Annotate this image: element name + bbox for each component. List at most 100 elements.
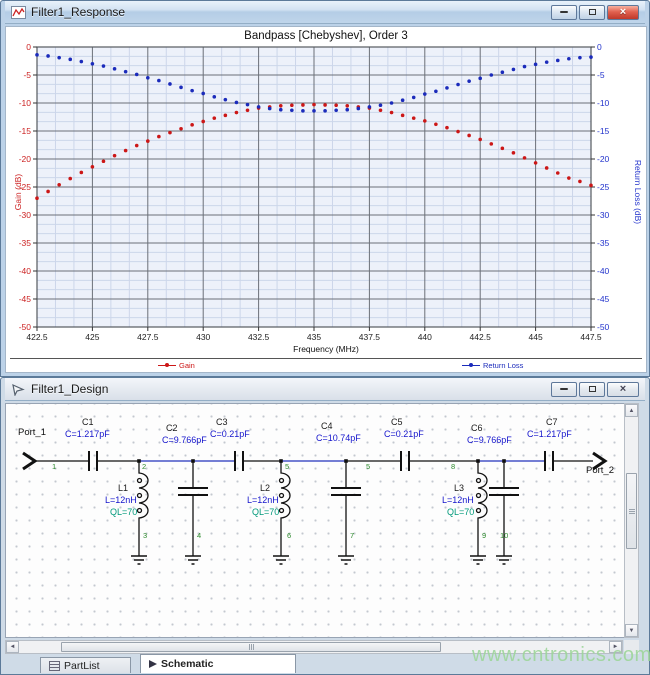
svg-text:442.5: 442.5 xyxy=(470,332,492,342)
component-label[interactable]: L1 xyxy=(118,484,128,493)
close-icon: × xyxy=(620,384,626,395)
svg-text:-50: -50 xyxy=(19,322,32,332)
component-label[interactable]: C=0.21pF xyxy=(384,430,424,439)
component-label[interactable]: C=1.217pF xyxy=(65,430,110,439)
svg-text:-10: -10 xyxy=(597,98,610,108)
node-label: 7 xyxy=(350,532,354,540)
vertical-scrollbar[interactable]: ▲ ▼ xyxy=(624,403,639,638)
node-label: 1 xyxy=(52,463,56,471)
svg-text:427.5: 427.5 xyxy=(137,332,159,342)
shunt-capacitor-plates xyxy=(178,488,519,495)
svg-text:-35: -35 xyxy=(597,238,610,248)
tab-partlist[interactable]: PartList xyxy=(40,657,131,673)
port1-arrow-icon xyxy=(23,453,35,469)
svg-text:430: 430 xyxy=(196,332,210,342)
node-label: 6 xyxy=(287,532,291,540)
gain-legend-marker xyxy=(158,364,176,367)
tab-bar: PartList Schematic xyxy=(5,654,641,673)
node-label: 8 xyxy=(451,463,455,471)
component-label[interactable]: C5 xyxy=(391,418,403,427)
component-label[interactable]: C=10.74pF xyxy=(316,434,361,443)
restore-button[interactable] xyxy=(579,5,605,20)
legend-item-gain: Gain xyxy=(158,361,195,370)
svg-text:-35: -35 xyxy=(19,238,32,248)
restore-button[interactable] xyxy=(579,382,605,397)
node-label: 5 xyxy=(285,463,289,471)
component-label[interactable]: L3 xyxy=(454,484,464,493)
component-label[interactable]: C2 xyxy=(166,424,178,433)
svg-text:-15: -15 xyxy=(597,126,610,136)
scroll-left-button[interactable]: ◄ xyxy=(6,641,19,653)
svg-text:-15: -15 xyxy=(19,126,32,136)
svg-text:-50: -50 xyxy=(597,322,610,332)
component-label[interactable]: L=12nH xyxy=(247,496,279,505)
design-window: Filter1_Design × xyxy=(0,377,650,675)
svg-text:422.5: 422.5 xyxy=(26,332,48,342)
component-label[interactable]: C7 xyxy=(546,418,558,427)
minimize-button[interactable] xyxy=(551,382,577,397)
chart-legend: Gain Return Loss xyxy=(10,358,642,372)
legend-label-return-loss: Return Loss xyxy=(483,361,523,370)
restore-icon xyxy=(589,386,596,392)
design-titlebar[interactable]: Filter1_Design × xyxy=(5,378,645,401)
partlist-icon xyxy=(49,661,60,671)
thumb-grip-icon xyxy=(629,509,635,514)
node-label: 3 xyxy=(143,532,147,540)
response-titlebar[interactable]: Filter1_Response × xyxy=(5,1,645,24)
svg-text:445: 445 xyxy=(529,332,543,342)
component-label[interactable]: C3 xyxy=(216,418,228,427)
svg-text:437.5: 437.5 xyxy=(359,332,381,342)
component-label[interactable]: C=0.21pF xyxy=(210,430,250,439)
component-label[interactable]: L=12nH xyxy=(442,496,474,505)
component-label[interactable]: L2 xyxy=(260,484,270,493)
component-label[interactable]: C=9.766pF xyxy=(467,436,512,445)
scroll-right-button[interactable]: ► xyxy=(609,641,622,653)
scroll-down-button[interactable]: ▼ xyxy=(625,624,638,637)
node-label: 9 xyxy=(482,532,486,540)
svg-text:-25: -25 xyxy=(597,182,610,192)
component-label[interactable]: QL=70 xyxy=(447,508,474,517)
close-button[interactable]: × xyxy=(607,5,639,20)
minimize-icon xyxy=(560,388,568,390)
component-label[interactable]: C=1.217pF xyxy=(527,430,572,439)
minimize-button[interactable] xyxy=(551,5,577,20)
legend-item-return-loss: Return Loss xyxy=(462,361,523,370)
horizontal-scrollbar[interactable]: ◄ ► xyxy=(5,640,623,654)
node-label: 4 xyxy=(197,532,201,540)
svg-text:447.5: 447.5 xyxy=(580,332,602,342)
chart-panel: Bandpass [Chebyshev], Order 3 422.542542… xyxy=(5,26,647,373)
component-label[interactable]: L=12nH xyxy=(105,496,137,505)
svg-text:-45: -45 xyxy=(19,294,32,304)
frequency-axis-label: Frequency (MHz) xyxy=(6,344,646,354)
scroll-up-button[interactable]: ▲ xyxy=(625,404,638,417)
scrollbar-corner xyxy=(624,640,639,654)
component-label[interactable]: C6 xyxy=(471,424,483,433)
horizontal-scroll-thumb[interactable] xyxy=(61,642,441,652)
close-button[interactable]: × xyxy=(607,382,639,397)
response-chart: 422.5425427.5430432.5435437.5440442.5445… xyxy=(6,43,646,343)
svg-text:0: 0 xyxy=(597,43,602,52)
port-label[interactable]: Port_2 xyxy=(586,466,614,476)
port-label[interactable]: Port_1 xyxy=(18,428,46,438)
svg-text:435: 435 xyxy=(307,332,321,342)
arrow-right-icon: ► xyxy=(613,644,619,650)
vertical-scroll-thumb[interactable] xyxy=(626,473,637,549)
tab-schematic[interactable]: Schematic xyxy=(140,654,296,673)
chart-title: Bandpass [Chebyshev], Order 3 xyxy=(6,30,646,42)
schematic-canvas[interactable]: Port_1 1 C1 C=1.217pF 2 L1 L=12nH QL=70 3 C2 C=9.7… xyxy=(5,403,625,638)
restore-icon xyxy=(589,9,596,15)
svg-text:-40: -40 xyxy=(19,266,32,276)
svg-text:-40: -40 xyxy=(597,266,610,276)
close-icon: × xyxy=(620,7,626,18)
component-label[interactable]: QL=70 xyxy=(252,508,279,517)
minimize-icon xyxy=(560,11,568,13)
node-label: 2 xyxy=(142,463,146,471)
component-label[interactable]: C1 xyxy=(82,418,94,427)
response-window-title: Filter1_Response xyxy=(31,5,546,19)
svg-text:-5: -5 xyxy=(597,70,605,80)
component-label[interactable]: C4 xyxy=(321,422,333,431)
component-label[interactable]: C=9.766pF xyxy=(162,436,207,445)
component-label[interactable]: QL=70 xyxy=(110,508,137,517)
svg-text:-45: -45 xyxy=(597,294,610,304)
chart-icon xyxy=(11,6,26,19)
